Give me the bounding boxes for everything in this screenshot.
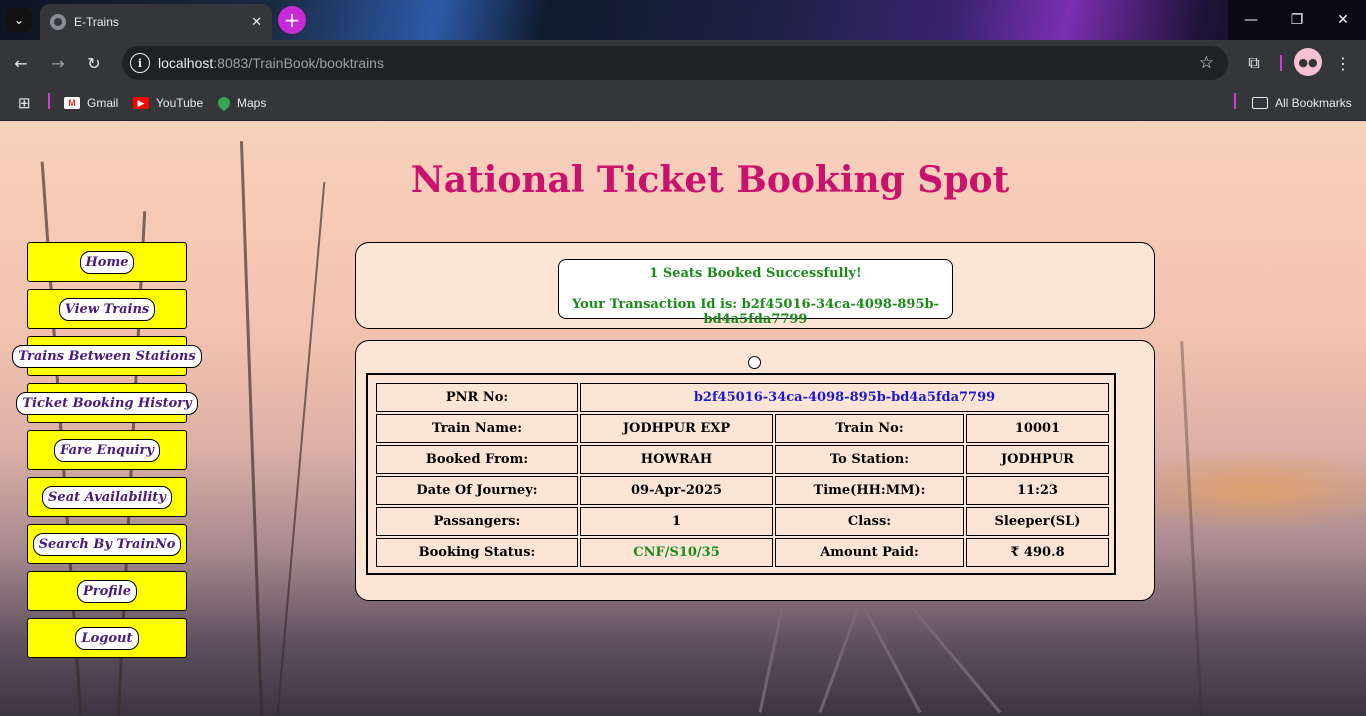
page-background: National Ticket Booking Spot Home View T…	[0, 121, 1366, 716]
doj-label: Date Of Journey:	[376, 476, 578, 505]
menu-item-profile[interactable]: Profile	[27, 571, 187, 611]
to-value: JODHPUR	[966, 445, 1109, 474]
tree-trunk	[239, 141, 264, 716]
active-tab[interactable]: E-Trains ✕	[40, 4, 272, 40]
menu-link[interactable]: Ticket Booking History	[16, 391, 198, 415]
menu-item-view-trains[interactable]: View Trains	[27, 289, 187, 329]
to-label: To Station:	[775, 445, 964, 474]
close-icon[interactable]: ✕	[251, 15, 262, 30]
bookmarks-divider	[48, 93, 50, 109]
pnr-label: PNR No:	[376, 383, 578, 412]
amount-value: ₹ 490.8	[966, 538, 1109, 567]
new-tab-button[interactable]: +	[278, 6, 306, 34]
menu-link[interactable]: Seat Availability	[42, 485, 172, 509]
class-label: Class:	[775, 507, 964, 536]
extensions-icon[interactable]: ⧉	[1241, 50, 1267, 76]
menu-item-home[interactable]: Home	[27, 242, 187, 282]
menu-link[interactable]: Trains Between Stations	[12, 344, 202, 368]
menu-item-ticket-booking-history[interactable]: Ticket Booking History	[16, 383, 198, 423]
forward-icon[interactable]: →	[45, 50, 71, 76]
doj-value: 09-Apr-2025	[580, 476, 773, 505]
apps-icon[interactable]: ⊞	[18, 93, 31, 113]
class-value: Sleeper(SL)	[966, 507, 1109, 536]
tree-trunk	[276, 181, 326, 716]
time-label: Time(HH:MM):	[775, 476, 964, 505]
success-message: 1 Seats Booked Successfully! Your Transa…	[558, 259, 953, 327]
bookmark-maps[interactable]: Maps	[215, 93, 266, 113]
pnr-value: b2f45016-34ca-4098-895b-bd4a5fda7799	[580, 383, 1109, 412]
page-title: National Ticket Booking Spot	[410, 159, 1010, 201]
booking-success-text: 1 Seats Booked Successfully!	[649, 266, 862, 281]
menu-item-search-by-trainno[interactable]: Search By TrainNo	[27, 524, 187, 564]
train-name-label: Train Name:	[376, 414, 578, 443]
table-row: Date Of Journey: 09-Apr-2025 Time(HH:MM)…	[376, 476, 1109, 505]
menu-link[interactable]: Logout	[75, 626, 139, 650]
amount-label: Amount Paid:	[775, 538, 964, 567]
rail-track	[758, 594, 787, 713]
address-bar[interactable]: i localhost:8083/TrainBook/booktrains ☆	[122, 46, 1228, 80]
tab-search-button[interactable]: ⌄	[6, 8, 32, 32]
all-bookmarks[interactable]: All Bookmarks	[1252, 93, 1352, 113]
from-value: HOWRAH	[580, 445, 773, 474]
passengers-value: 1	[580, 507, 773, 536]
status-label: Booking Status:	[376, 538, 578, 567]
radio-button[interactable]	[748, 356, 761, 369]
menu-link[interactable]: Fare Enquiry	[54, 438, 160, 462]
menu-link[interactable]: Search By TrainNo	[32, 532, 182, 556]
transaction-id-text: Your Transaction Id is: b2f45016-34ca-40…	[571, 297, 939, 327]
menu-link[interactable]: Profile	[77, 579, 137, 603]
time-value: 11:23	[966, 476, 1109, 505]
site-info-icon[interactable]: i	[130, 53, 150, 73]
rail-track	[818, 599, 863, 714]
ticket-panel: PNR No: b2f45016-34ca-4098-895b-bd4a5fda…	[355, 340, 1155, 601]
profile-avatar[interactable]: ●●	[1294, 48, 1322, 76]
menu-link[interactable]: View Trains	[58, 297, 156, 321]
url-text: localhost:8083/TrainBook/booktrains	[158, 55, 384, 71]
menu-item-seat-availability[interactable]: Seat Availability	[27, 477, 187, 517]
back-icon[interactable]: ←	[8, 50, 34, 76]
train-no-value: 10001	[966, 414, 1109, 443]
bookmark-star-icon[interactable]: ☆	[1199, 53, 1214, 73]
folder-icon	[1252, 97, 1268, 109]
menu-item-logout[interactable]: Logout	[27, 618, 187, 658]
table-row: Booked From: HOWRAH To Station: JODHPUR	[376, 445, 1109, 474]
menu-item-fare-enquiry[interactable]: Fare Enquiry	[27, 430, 187, 470]
tree-trunk	[1180, 341, 1203, 716]
bookmarks-bar: ⊞ M Gmail ▶ YouTube Maps All Bookmarks	[0, 86, 1366, 121]
ticket-table: PNR No: b2f45016-34ca-4098-895b-bd4a5fda…	[374, 381, 1111, 569]
rail-track	[902, 596, 1002, 714]
table-row: Booking Status: CNF/S10/35 Amount Paid: …	[376, 538, 1109, 567]
reload-icon[interactable]: ↻	[81, 50, 107, 76]
table-row: Train Name: JODHPUR EXP Train No: 10001	[376, 414, 1109, 443]
train-no-label: Train No:	[775, 414, 964, 443]
bookmark-gmail[interactable]: M Gmail	[64, 93, 118, 113]
message-panel: 1 Seats Booked Successfully! Your Transa…	[355, 242, 1155, 329]
youtube-icon: ▶	[133, 97, 149, 109]
tab-title: E-Trains	[74, 15, 119, 29]
maps-icon	[215, 94, 233, 112]
close-window-icon[interactable]: ✕	[1320, 0, 1366, 40]
bookmarks-divider-right	[1234, 93, 1236, 109]
browser-toolbar: ← → ↻ i localhost:8083/TrainBook/booktra…	[0, 40, 1366, 86]
side-menu: Home View Trains Trains Between Stations…	[12, 242, 202, 665]
bookmark-youtube[interactable]: ▶ YouTube	[133, 93, 203, 113]
menu-link[interactable]: Home	[79, 250, 135, 274]
menu-item-trains-between-stations[interactable]: Trains Between Stations	[12, 336, 202, 376]
restore-icon[interactable]: ❐	[1274, 0, 1320, 40]
status-value: CNF/S10/35	[580, 538, 773, 567]
table-row: PNR No: b2f45016-34ca-4098-895b-bd4a5fda…	[376, 383, 1109, 412]
gmail-icon: M	[64, 97, 80, 109]
train-name-value: JODHPUR EXP	[580, 414, 773, 443]
globe-icon	[50, 14, 66, 30]
ticket-table-frame: PNR No: b2f45016-34ca-4098-895b-bd4a5fda…	[366, 373, 1116, 575]
from-label: Booked From:	[376, 445, 578, 474]
passengers-label: Passangers:	[376, 507, 578, 536]
tab-strip: ⌄ E-Trains ✕ + — ❐ ✕	[0, 0, 1366, 40]
minimize-icon[interactable]: —	[1228, 0, 1274, 40]
table-row: Passangers: 1 Class: Sleeper(SL)	[376, 507, 1109, 536]
more-menu-icon[interactable]: ⋮	[1330, 50, 1356, 76]
toolbar-divider	[1280, 55, 1282, 71]
